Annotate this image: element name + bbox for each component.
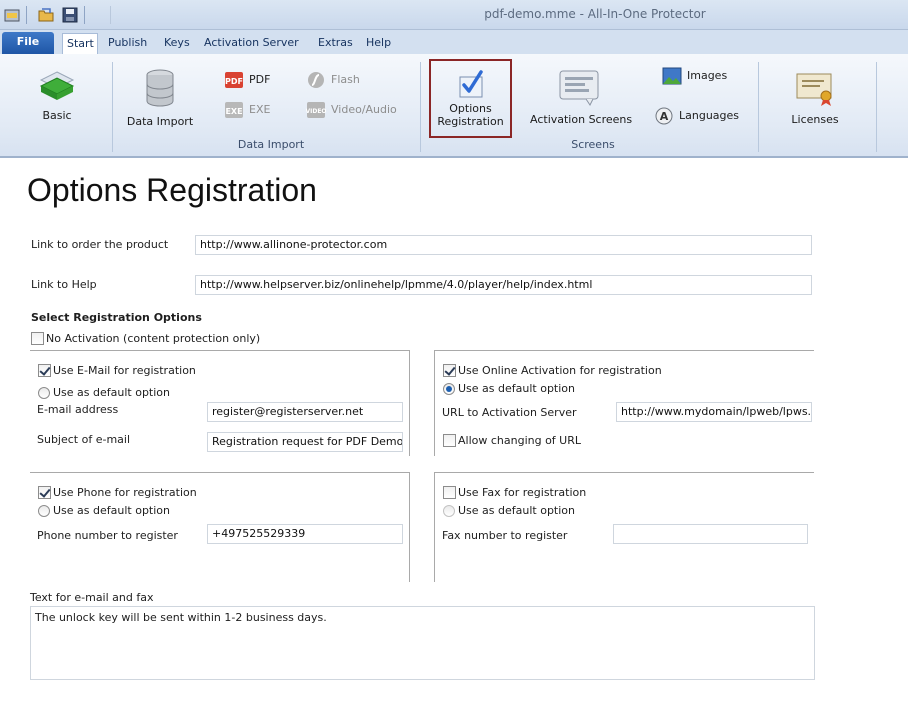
fax-default-radio[interactable]	[443, 505, 455, 517]
options-registration-label-2: Registration	[437, 115, 504, 128]
allow-url-change-label: Allow changing of URL	[458, 434, 582, 447]
exe-button[interactable]: EXE EXE	[224, 100, 270, 120]
video-audio-icon: VIDEO	[306, 102, 326, 118]
flash-label: Flash	[331, 73, 360, 86]
activation-screens-button[interactable]: Activation Screens	[530, 68, 633, 126]
window-title: pdf-demo.mme - All-In-One Protector	[484, 7, 706, 21]
ribbon: Basic Data Import PDF PDF EXE EXE Flash VI…	[0, 54, 908, 158]
use-phone-label: Use Phone for registration	[53, 486, 197, 499]
use-online-checkbox[interactable]	[443, 364, 456, 377]
licenses-label: Licenses	[791, 113, 839, 126]
database-icon	[146, 69, 174, 107]
save-icon[interactable]	[62, 7, 78, 23]
svg-text:PDF: PDF	[225, 77, 243, 86]
activation-screens-label: Activation Screens	[530, 113, 633, 126]
phone-default-radio[interactable]	[38, 505, 50, 517]
svg-text:A: A	[660, 110, 669, 123]
page-title: Options Registration	[27, 172, 317, 208]
email-fax-text-label: Text for e-mail and fax	[30, 591, 154, 604]
basic-button[interactable]: Basic	[28, 66, 86, 122]
flash-icon	[308, 72, 324, 88]
use-fax-label: Use Fax for registration	[458, 486, 587, 499]
pdf-button[interactable]: PDF PDF	[224, 70, 270, 90]
link-help-label: Link to Help	[31, 278, 97, 291]
pdf-label: PDF	[249, 73, 271, 86]
images-label: Images	[687, 69, 728, 82]
basic-cube-icon	[39, 71, 75, 100]
group-label-screens: Screens	[571, 138, 615, 151]
images-button[interactable]: Images	[662, 66, 727, 86]
data-import-button[interactable]: Data Import	[126, 68, 194, 128]
options-registration-button[interactable]: Options Registration	[429, 59, 512, 138]
pdf-icon: PDF	[225, 72, 243, 88]
use-phone-checkbox[interactable]	[38, 486, 51, 499]
link-order-label: Link to order the product	[31, 238, 169, 251]
language-icon: A	[655, 107, 673, 125]
email-address-label: E-mail address	[37, 403, 119, 416]
use-fax-checkbox[interactable]	[443, 486, 456, 499]
activation-url-input[interactable]: http://www.mydomain/lpweb/lpws.asmx	[616, 402, 812, 422]
use-online-label: Use Online Activation for registration	[458, 364, 662, 377]
ribbon-tab-bar: File Start Publish Keys Activation Serve…	[0, 30, 908, 54]
tab-help[interactable]: Help	[362, 33, 395, 54]
languages-label: Languages	[679, 109, 740, 122]
phone-number-label: Phone number to register	[37, 529, 178, 542]
tab-extras[interactable]: Extras	[314, 33, 357, 54]
title-bar: pdf-demo.mme - All-In-One Protector	[0, 0, 908, 30]
tab-file[interactable]: File	[2, 32, 54, 54]
allow-url-change-checkbox[interactable]	[443, 434, 456, 447]
basic-label: Basic	[42, 109, 72, 122]
email-default-radio[interactable]	[38, 387, 50, 399]
certificate-icon	[796, 73, 832, 106]
phone-number-input[interactable]: +497525529339	[207, 524, 403, 544]
image-icon	[662, 67, 682, 85]
exe-label: EXE	[249, 103, 271, 116]
no-activation-label: No Activation (content protection only)	[46, 332, 261, 345]
flash-button[interactable]: Flash	[306, 70, 360, 90]
video-audio-button[interactable]: VIDEO Video/Audio	[306, 100, 397, 120]
select-registration-header: Select Registration Options	[31, 311, 202, 324]
phone-default-label: Use as default option	[53, 504, 170, 517]
use-email-checkbox[interactable]	[38, 364, 51, 377]
activation-url-label: URL to Activation Server	[442, 406, 577, 419]
tab-keys[interactable]: Keys	[160, 33, 194, 54]
email-fax-textarea[interactable]: The unlock key will be sent within 1-2 b…	[30, 606, 815, 680]
link-help-input[interactable]: http://www.helpserver.biz/onlinehelp/lpm…	[195, 275, 812, 295]
data-import-label: Data Import	[126, 115, 194, 128]
activation-screen-icon	[559, 70, 599, 106]
link-order-input[interactable]: http://www.allinone-protector.com	[195, 235, 812, 255]
exe-icon: EXE	[225, 102, 243, 118]
online-default-label: Use as default option	[458, 382, 575, 395]
open-folder-icon[interactable]	[38, 7, 54, 23]
fax-default-label: Use as default option	[458, 504, 575, 517]
use-email-label: Use E-Mail for registration	[53, 364, 196, 377]
svg-text:EXE: EXE	[225, 107, 242, 116]
tab-activation-server[interactable]: Activation Server	[200, 33, 303, 54]
languages-button[interactable]: A Languages	[654, 106, 739, 126]
email-default-label: Use as default option	[53, 386, 170, 399]
email-address-input[interactable]: register@registerserver.net	[207, 402, 403, 422]
fax-number-label: Fax number to register	[442, 529, 568, 542]
app-menu-icon[interactable]	[4, 7, 20, 23]
fax-number-input[interactable]	[613, 524, 808, 544]
licenses-button[interactable]: Licenses	[780, 70, 850, 126]
svg-text:VIDEO: VIDEO	[306, 108, 326, 115]
checkmark-form-icon	[459, 70, 483, 98]
group-label-data-import: Data Import	[237, 138, 305, 151]
options-registration-label-1: Options	[449, 102, 492, 115]
email-subject-label: Subject of e-mail	[37, 433, 131, 446]
tab-start[interactable]: Start	[62, 33, 98, 54]
video-audio-label: Video/Audio	[331, 103, 397, 116]
email-subject-input[interactable]: Registration request for PDF Demo	[207, 432, 403, 452]
tab-publish[interactable]: Publish	[104, 33, 151, 54]
online-default-radio[interactable]	[443, 383, 455, 395]
no-activation-checkbox[interactable]	[31, 332, 44, 345]
